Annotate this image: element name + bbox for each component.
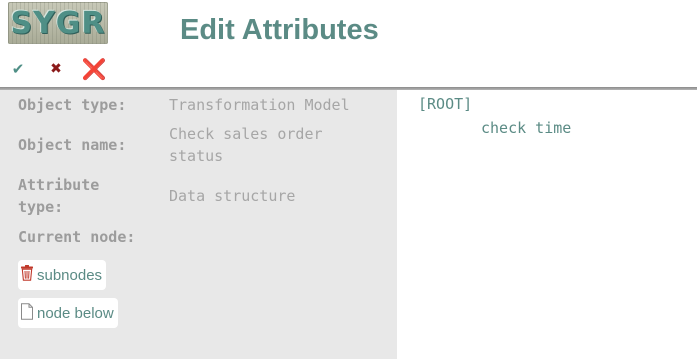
object-type-label: Object type:	[18, 96, 127, 114]
attribute-type-value: Data structure	[169, 187, 296, 205]
blank-page-icon	[20, 302, 34, 324]
page-title: Edit Attributes	[180, 14, 379, 46]
toolbar: ✔ ✖ ❌	[8, 57, 107, 81]
tree-root-node[interactable]: [ROOT]	[418, 94, 472, 114]
current-node-label: Current node:	[18, 228, 136, 246]
object-name-label: Object name:	[18, 136, 127, 154]
trash-icon	[20, 265, 34, 285]
tree-node-check-time[interactable]: check time	[481, 118, 571, 138]
sygr-logo: SYGR	[8, 2, 108, 44]
subnodes-label: subnodes	[37, 266, 103, 284]
delete-x-icon[interactable]: ❌	[82, 57, 107, 81]
subnodes-button[interactable]: subnodes	[18, 260, 107, 290]
object-type-value: Transformation Model	[169, 96, 350, 114]
logo-text: SYGR	[10, 6, 106, 41]
attribute-type-label: Attribute type:	[18, 176, 100, 216]
confirm-check-icon[interactable]: ✔	[8, 59, 28, 79]
object-name-value: Check sales order status	[169, 125, 323, 165]
node-below-label: node below	[37, 304, 114, 322]
node-below-button[interactable]: node below	[18, 298, 118, 328]
cancel-x-icon[interactable]: ✖	[46, 59, 66, 79]
